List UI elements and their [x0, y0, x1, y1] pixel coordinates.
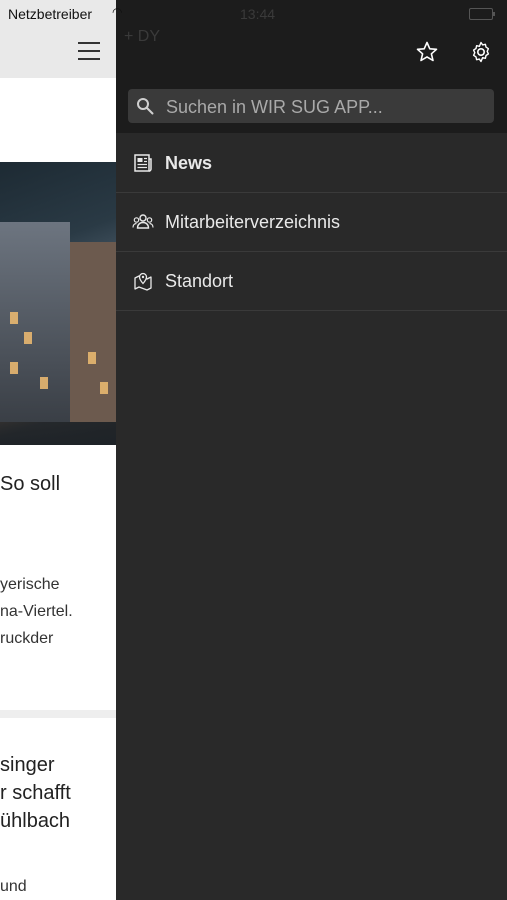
- underlay-banner: [0, 78, 116, 162]
- article-image[interactable]: [0, 162, 116, 445]
- article-title-line[interactable]: ühlbach: [0, 810, 70, 833]
- gear-icon[interactable]: [469, 40, 493, 64]
- search-input[interactable]: [164, 89, 488, 125]
- menu-item-standort[interactable]: Standort: [116, 252, 507, 311]
- menu-item-label: Mitarbeiterverzeichnis: [165, 212, 341, 232]
- people-icon: [132, 214, 154, 229]
- divider: [0, 710, 116, 718]
- status-time: 13:44: [240, 6, 276, 22]
- underlying-page[interactable]: So soll yerische na-Viertel. ruckder sin…: [0, 0, 116, 900]
- menu-item-label: News: [165, 153, 213, 173]
- battery-icon: [469, 8, 495, 20]
- search-icon: [137, 98, 154, 115]
- article-title-line[interactable]: r schafft: [0, 782, 71, 805]
- newspaper-icon: [134, 154, 152, 172]
- drawer-title: + DY: [124, 28, 161, 45]
- side-drawer: + DY News: [116, 0, 507, 900]
- status-bar: Netzbetreiber ◠ 13:44: [0, 0, 507, 28]
- search-field[interactable]: [128, 89, 494, 125]
- star-icon[interactable]: [415, 40, 439, 64]
- carrier-label: Netzbetreiber: [8, 6, 93, 22]
- article-title[interactable]: So soll: [0, 473, 60, 496]
- article-title-line[interactable]: singer: [0, 754, 54, 777]
- wifi-icon: ◠: [112, 5, 123, 19]
- map-pin-icon: [134, 272, 152, 291]
- article-excerpt-line: und: [0, 878, 27, 895]
- article-excerpt-line: ruckder: [0, 630, 54, 647]
- menu-item-news[interactable]: News: [116, 134, 507, 193]
- menu-icon[interactable]: [78, 42, 100, 60]
- menu-item-mitarbeiterverzeichnis[interactable]: Mitarbeiterverzeichnis: [116, 193, 507, 252]
- article-excerpt-line: yerische: [0, 576, 60, 593]
- menu-item-label: Standort: [165, 271, 234, 291]
- article-excerpt-line: na-Viertel.: [0, 603, 73, 620]
